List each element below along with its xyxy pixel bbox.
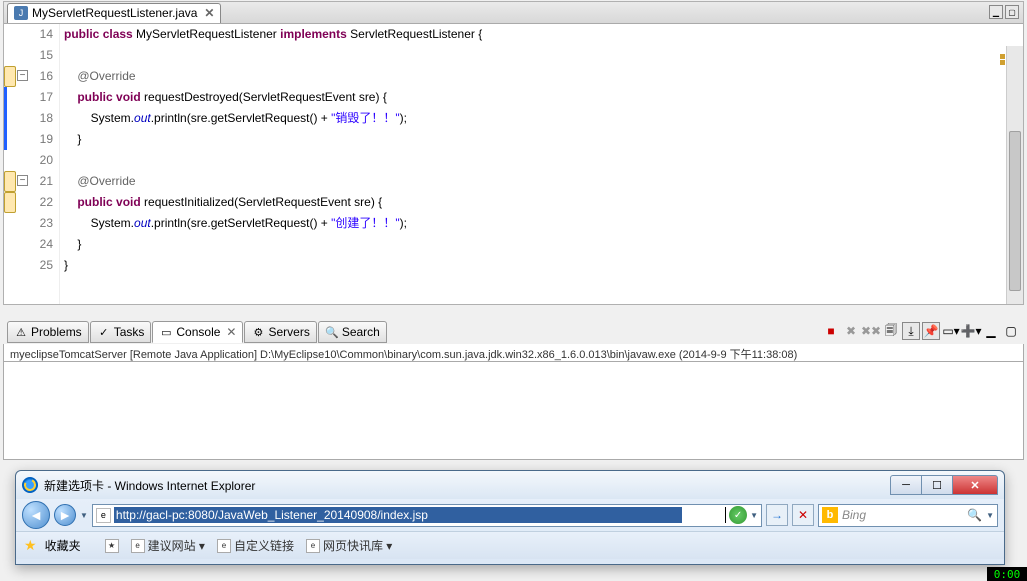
address-box[interactable]: e http://gacl-pc:8080/JavaWeb_Listener_2…: [92, 504, 762, 527]
favorite-link[interactable]: e建议网站 ▾: [131, 537, 205, 554]
ie-window: 新建选项卡 - Windows Internet Explorer ─ ☐ ✕ …: [15, 470, 1005, 565]
link-icon: e: [306, 539, 320, 553]
ie-window-title: 新建选项卡 - Windows Internet Explorer: [44, 477, 255, 494]
nav-history-dropdown[interactable]: ▼: [80, 511, 88, 520]
window-close-button[interactable]: ✕: [952, 475, 998, 495]
open-console-icon[interactable]: ➕▾: [962, 322, 980, 340]
window-minimize-button[interactable]: ─: [890, 475, 922, 495]
console-icon: ▭: [159, 325, 173, 339]
link-icon: ★: [105, 539, 119, 553]
favorites-label[interactable]: 收藏夹: [45, 537, 81, 554]
remove-launch-icon[interactable]: ✖: [842, 322, 860, 340]
search-icon: 🔍: [325, 325, 339, 339]
fold-toggle-icon[interactable]: −: [17, 175, 28, 186]
back-button[interactable]: ◄: [22, 501, 50, 529]
line-gutter: 141516−1718192021−22232425: [16, 24, 60, 304]
security-badge-icon[interactable]: ✓: [729, 506, 747, 524]
views-pane: ⚠Problems✓Tasks▭Console✕⚙Servers🔍Search …: [3, 320, 1024, 460]
favorite-link[interactable]: ★: [105, 537, 119, 554]
views-tab-bar: ⚠Problems✓Tasks▭Console✕⚙Servers🔍Search …: [3, 320, 1024, 344]
ie-address-bar-row: ◄ ► ▼ e http://gacl-pc:8080/JavaWeb_List…: [16, 499, 1004, 531]
favorites-star-icon[interactable]: ★: [24, 537, 37, 554]
bing-icon: b: [822, 507, 838, 523]
maximize-editor-icon[interactable]: ▢: [1005, 5, 1019, 19]
fold-toggle-icon[interactable]: −: [17, 70, 28, 81]
ie-title-bar[interactable]: 新建选项卡 - Windows Internet Explorer ─ ☐ ✕: [16, 471, 1004, 499]
file-tab[interactable]: J MyServletRequestListener.java ✕: [7, 3, 221, 23]
problems-icon: ⚠: [14, 325, 28, 339]
view-tab-tasks[interactable]: ✓Tasks: [90, 321, 152, 343]
favorite-link[interactable]: e自定义链接: [217, 537, 294, 554]
console-output[interactable]: [3, 362, 1024, 460]
forward-button[interactable]: ►: [54, 504, 76, 526]
code-area[interactable]: 141516−1718192021−22232425 public class …: [4, 24, 1023, 304]
terminate-icon[interactable]: ■: [822, 322, 840, 340]
scroll-lock-icon[interactable]: ⤓: [902, 322, 920, 340]
favorite-link[interactable]: e网页快讯库 ▾: [306, 537, 392, 554]
maximize-view-icon[interactable]: ▢: [1002, 322, 1020, 340]
address-dropdown-icon[interactable]: ▼: [750, 511, 758, 520]
search-placeholder: Bing: [842, 508, 963, 522]
pin-console-icon[interactable]: 📌: [922, 322, 940, 340]
close-tab-icon[interactable]: ✕: [204, 6, 214, 20]
console-description: myeclipseTomcatServer [Remote Java Appli…: [3, 344, 1024, 362]
servers-icon: ⚙: [251, 325, 265, 339]
view-tab-console[interactable]: ▭Console✕: [152, 321, 243, 343]
view-tab-search[interactable]: 🔍Search: [318, 321, 387, 343]
minimize-editor-icon[interactable]: ▁: [989, 5, 1003, 19]
marker-strip: [4, 24, 16, 304]
link-icon: e: [217, 539, 231, 553]
clock: 0:00: [987, 567, 1027, 581]
go-button[interactable]: →: [766, 504, 788, 526]
link-icon: e: [131, 539, 145, 553]
search-icon[interactable]: 🔍: [967, 508, 982, 522]
url-text[interactable]: http://gacl-pc:8080/JavaWeb_Listener_201…: [114, 507, 682, 523]
favorites-bar: ★ 收藏夹 ★ e建议网站 ▾ e自定义链接 e网页快讯库 ▾: [16, 531, 1004, 559]
file-tab-label: MyServletRequestListener.java: [32, 6, 197, 20]
console-toolbar: ■ ✖ ✖✖ 🗐 ⤓ 📌 ▭▾ ➕▾ ▁ ▢: [822, 322, 1020, 340]
close-view-icon[interactable]: ✕: [226, 325, 236, 339]
text-cursor: [725, 507, 726, 523]
scrollbar-thumb[interactable]: [1009, 131, 1021, 291]
view-tab-servers[interactable]: ⚙Servers: [244, 321, 316, 343]
ie-logo-icon: [22, 477, 38, 493]
page-icon: e: [96, 508, 111, 523]
search-box[interactable]: b Bing 🔍 ▼: [818, 504, 998, 527]
window-maximize-button[interactable]: ☐: [921, 475, 953, 495]
stop-button[interactable]: ✕: [792, 504, 814, 526]
clear-console-icon[interactable]: 🗐: [882, 322, 900, 340]
editor-tab-bar: J MyServletRequestListener.java ✕ ▁ ▢: [4, 2, 1023, 24]
view-tab-problems[interactable]: ⚠Problems: [7, 321, 89, 343]
search-dropdown-icon[interactable]: ▼: [986, 511, 994, 520]
remove-all-icon[interactable]: ✖✖: [862, 322, 880, 340]
overview-mark[interactable]: [1000, 54, 1005, 59]
overview-mark[interactable]: [1000, 60, 1005, 65]
code-content[interactable]: public class MyServletRequestListener im…: [60, 24, 1023, 304]
minimize-view-icon[interactable]: ▁: [982, 322, 1000, 340]
tasks-icon: ✓: [97, 325, 111, 339]
editor-pane: J MyServletRequestListener.java ✕ ▁ ▢ 14…: [3, 1, 1024, 305]
java-file-icon: J: [14, 6, 28, 20]
editor-scrollbar[interactable]: [1006, 46, 1023, 304]
display-selected-icon[interactable]: ▭▾: [942, 322, 960, 340]
